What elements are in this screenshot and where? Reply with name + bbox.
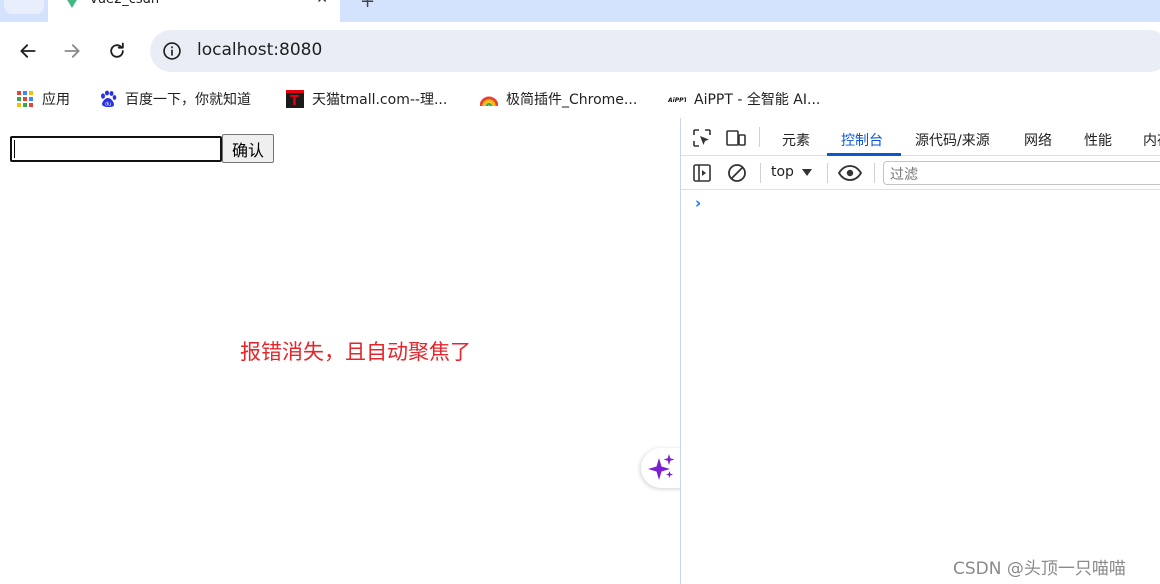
- rainbow-icon: [480, 96, 498, 107]
- tab-search-button[interactable]: [4, 0, 44, 14]
- bookmark-label: 天猫tmall.com--理...: [312, 92, 448, 108]
- tab-elements[interactable]: 元素: [782, 130, 810, 150]
- bookmark-tmall[interactable]: T 天猫tmall.com--理...: [286, 88, 447, 110]
- bookmark-baidu[interactable]: du 百度一下，你就知道: [99, 88, 251, 110]
- browser-toolbar: localhost:8080: [0, 22, 1160, 80]
- bookmark-aippt[interactable]: AiPPT AiPPT - 全智能 AI...: [668, 88, 820, 110]
- dropdown-arrow-icon: [801, 168, 812, 176]
- console-filter-input[interactable]: 过滤: [883, 161, 1160, 185]
- text-input[interactable]: [10, 136, 222, 162]
- ai-assistant-button[interactable]: [641, 448, 685, 488]
- arrow-left-icon: [20, 44, 36, 58]
- bookmark-label: 应用: [42, 92, 70, 108]
- bookmark-label: 百度一下，你就知道: [125, 92, 251, 108]
- svg-text:AiPPT: AiPPT: [668, 97, 686, 104]
- confirm-button[interactable]: 确认: [222, 134, 274, 163]
- live-expression-eye-icon[interactable]: [838, 163, 862, 183]
- bookmark-label: 极简插件_Chrome...: [506, 92, 638, 108]
- browser-tab-active[interactable]: vue2_csdn ✕: [48, 0, 340, 22]
- new-tab-button[interactable]: +: [360, 0, 375, 12]
- forward-button[interactable]: [57, 36, 87, 66]
- url-text[interactable]: localhost:8080: [197, 40, 322, 60]
- tab-title: vue2_csdn: [90, 0, 159, 7]
- inspect-element-icon[interactable]: [692, 128, 712, 148]
- annotation-text: 报错消失，且自动聚焦了: [240, 340, 471, 364]
- back-button[interactable]: [13, 36, 43, 66]
- reload-icon: [110, 42, 124, 58]
- tab-network[interactable]: 网络: [1024, 130, 1052, 150]
- svg-text:du: du: [105, 102, 111, 108]
- devtools-panel: 元素 控制台 源代码/来源 网络 性能 内存 top 过滤: [680, 118, 1160, 584]
- toolbar-divider: [759, 127, 760, 147]
- page-viewport: 确认 报错消失，且自动聚焦了: [0, 118, 685, 584]
- toolbar-divider: [760, 163, 761, 183]
- clear-console-icon[interactable]: [727, 163, 747, 183]
- context-selector[interactable]: top: [771, 164, 812, 180]
- csdn-watermark: CSDN @头顶一只喵喵: [953, 559, 1126, 579]
- console-toolbar: top 过滤: [681, 156, 1160, 190]
- bookmark-label: AiPPT - 全智能 AI...: [694, 92, 821, 108]
- tab-memory[interactable]: 内存: [1143, 130, 1160, 150]
- context-label: top: [771, 164, 794, 180]
- toolbar-divider: [827, 163, 828, 183]
- filter-placeholder: 过滤: [890, 167, 918, 183]
- arrow-right-icon: [64, 44, 80, 58]
- tab-strip: vue2_csdn ✕ +: [0, 0, 1160, 22]
- sparkle-icon: [648, 454, 675, 480]
- device-toolbar-icon[interactable]: [726, 128, 746, 148]
- tmall-icon: T: [286, 90, 304, 108]
- tab-close-icon[interactable]: ✕: [316, 0, 328, 7]
- baidu-paw-icon: du: [101, 90, 117, 108]
- address-bar[interactable]: localhost:8080: [150, 30, 1160, 72]
- reload-button[interactable]: [102, 36, 132, 66]
- svg-text:T: T: [290, 94, 299, 108]
- vue-favicon-icon: [66, 0, 78, 8]
- toolbar-divider: [874, 163, 875, 183]
- devtools-tab-bar: 元素 控制台 源代码/来源 网络 性能 内存: [681, 118, 1160, 156]
- tab-performance[interactable]: 性能: [1084, 130, 1112, 150]
- bookmarks-bar: 应用 du 百度一下，你就知道 T 天猫tmall.com--理... 极简插件…: [0, 80, 1160, 118]
- sidebar-toggle-icon[interactable]: [692, 163, 712, 183]
- bookmark-apps[interactable]: 应用: [16, 88, 70, 110]
- tab-console[interactable]: 控制台: [841, 130, 883, 150]
- site-info-icon[interactable]: [162, 41, 182, 61]
- aippt-logo-icon: AiPPT: [668, 97, 686, 104]
- tab-sources[interactable]: 源代码/来源: [915, 130, 990, 150]
- bookmark-jijian[interactable]: 极简插件_Chrome...: [480, 88, 637, 110]
- text-caret: [14, 140, 15, 158]
- console-prompt-icon[interactable]: ›: [695, 194, 701, 212]
- apps-grid-icon: [17, 91, 33, 107]
